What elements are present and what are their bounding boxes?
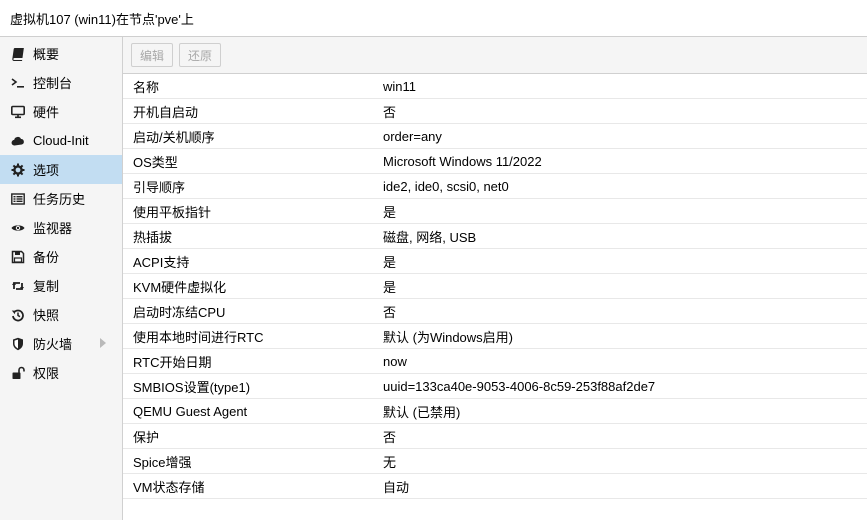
sidebar-item-options[interactable]: 选项 <box>0 155 122 184</box>
sidebar-item-firewall[interactable]: 防火墙 <box>0 329 122 358</box>
sidebar-item-hardware[interactable]: 硬件 <box>0 97 122 126</box>
retweet-icon <box>9 278 27 294</box>
option-key: 热插拔 <box>133 229 173 245</box>
option-value: uuid=133ca40e-9053-4006-8c59-253f88af2de… <box>383 378 656 394</box>
options-grid: 名称 win11 开机自启动否 启动/关机顺序 order=any OS类型 Micr… <box>123 74 867 499</box>
option-value: ide2, ide0, scsi0, net0 <box>383 178 509 194</box>
option-key: 启动/关机顺序 <box>133 129 215 145</box>
option-value: 默认 (已禁用) <box>383 404 461 420</box>
sidebar-item-snapshots[interactable]: 快照 <box>0 300 122 329</box>
option-value: 是 <box>383 204 397 220</box>
option-key: QEMU Guest Agent <box>133 403 248 419</box>
sidebar-item-monitor[interactable]: 监视器 <box>0 213 122 242</box>
terminal-icon <box>9 75 27 91</box>
table-row[interactable]: 热插拔 磁盘, 网络, USB <box>123 224 867 249</box>
unlock-icon <box>9 365 27 381</box>
sidebar-item-summary[interactable]: 概要 <box>0 39 122 68</box>
sidebar-item-label: 快照 <box>33 308 60 323</box>
table-row[interactable]: ACPI支持 是 <box>123 249 867 274</box>
option-key: 保护 <box>133 429 160 445</box>
option-value: win11 <box>383 78 417 94</box>
table-row[interactable]: 名称 win11 <box>123 74 867 99</box>
shield-icon <box>9 336 27 352</box>
table-row[interactable]: RTC开始日期 now <box>123 349 867 374</box>
history-icon <box>9 307 27 323</box>
sidebar-item-label: 备份 <box>33 250 60 265</box>
table-row[interactable]: 开机自启动 否 <box>123 99 867 124</box>
sidebar-item-label: 权限 <box>33 366 60 381</box>
option-value: now <box>383 353 407 369</box>
sidebar-item-task-history[interactable]: 任务历史 <box>0 184 122 213</box>
table-row[interactable]: VM状态存储 自动 <box>123 474 867 499</box>
table-row[interactable]: 使用平板指针 是 <box>123 199 867 224</box>
sidebar-item-replication[interactable]: 复制 <box>0 271 122 300</box>
option-key: 启动时冻结CPU <box>133 304 226 320</box>
table-row[interactable]: KVM硬件虚拟化 是 <box>123 274 867 299</box>
table-row[interactable]: QEMU Guest Agent 默认 (已禁用) <box>123 399 867 424</box>
option-key: OS类型 <box>133 154 178 170</box>
option-value: 无 <box>383 454 397 470</box>
revert-button[interactable]: 还原 <box>179 43 222 67</box>
sidebar-item-label: 防火墙 <box>33 337 73 352</box>
option-value: 自动 <box>383 479 410 495</box>
option-key: RTC开始日期 <box>133 354 212 370</box>
option-key: 开机自启动 <box>133 104 199 120</box>
option-value: 磁盘, 网络, USB <box>383 229 477 245</box>
option-value: 默认 (为Windows启用) <box>383 329 514 345</box>
page-title: 虚拟机107 (win11)在节点'pve'上 <box>10 11 194 27</box>
list-icon <box>9 191 27 207</box>
sidebar-item-backup[interactable]: 备份 <box>0 242 122 271</box>
floppy-icon <box>9 249 27 265</box>
eye-icon <box>9 220 27 236</box>
table-row[interactable]: SMBIOS设置(type1) uuid=133ca40e-9053-4006-8… <box>123 374 867 399</box>
sidebar-item-label: 任务历史 <box>33 192 86 207</box>
option-value: 否 <box>383 104 397 120</box>
option-value: order=any <box>383 128 442 144</box>
option-value: 是 <box>383 254 397 270</box>
sidebar-item-label: 监视器 <box>33 221 73 236</box>
book-icon <box>9 46 27 62</box>
option-key: 使用平板指针 <box>133 204 212 220</box>
table-row[interactable]: 引导顺序 ide2, ide0, scsi0, net0 <box>123 174 867 199</box>
option-key: KVM硬件虚拟化 <box>133 279 227 295</box>
gear-icon <box>9 162 27 178</box>
option-key: Spice增强 <box>133 454 192 470</box>
sidebar: 概要 控制台 硬件 Cloud-Init 选项 任务历史 监视器 备份 复制 快… <box>0 37 123 520</box>
option-value: 是 <box>383 279 397 295</box>
sidebar-item-label: Cloud-Init <box>33 133 89 148</box>
option-key: VM状态存储 <box>133 479 205 495</box>
table-row[interactable]: 启动/关机顺序 order=any <box>123 124 867 149</box>
option-key: 引导顺序 <box>133 179 186 195</box>
table-row[interactable]: Spice增强 无 <box>123 449 867 474</box>
sidebar-item-label: 控制台 <box>33 76 73 91</box>
sidebar-item-label: 概要 <box>33 47 60 62</box>
sidebar-item-cloud-init[interactable]: Cloud-Init <box>0 126 122 155</box>
desktop-icon <box>9 104 27 120</box>
option-key: 使用本地时间进行RTC <box>133 329 264 345</box>
option-value: 否 <box>383 304 397 320</box>
sidebar-item-label: 复制 <box>33 279 60 294</box>
sidebar-item-permissions[interactable]: 权限 <box>0 358 122 387</box>
option-key: ACPI支持 <box>133 254 190 270</box>
table-row[interactable]: 使用本地时间进行RTC 默认 (为Windows启用) <box>123 324 867 349</box>
option-key: SMBIOS设置(type1) <box>133 379 251 395</box>
option-value: Microsoft Windows 11/2022 <box>383 153 542 169</box>
table-row[interactable]: 保护 否 <box>123 424 867 449</box>
page-header: 虚拟机107 (win11)在节点'pve'上 <box>0 0 867 37</box>
sidebar-item-console[interactable]: 控制台 <box>0 68 122 97</box>
options-panel: 编辑 还原 名称 win11 开机自启动否 启动/关机顺序 order=any OS… <box>123 37 867 520</box>
toolbar: 编辑 还原 <box>123 37 867 74</box>
edit-button[interactable]: 编辑 <box>131 43 174 67</box>
cloud-icon <box>9 133 27 149</box>
table-row[interactable]: 启动时冻结CPU 否 <box>123 299 867 324</box>
sidebar-item-label: 选项 <box>33 163 60 178</box>
option-key: 名称 <box>133 79 160 95</box>
chevron-right-icon[interactable] <box>100 338 106 348</box>
table-row[interactable]: OS类型 Microsoft Windows 11/2022 <box>123 149 867 174</box>
option-value: 否 <box>383 429 397 445</box>
sidebar-item-label: 硬件 <box>33 105 60 120</box>
